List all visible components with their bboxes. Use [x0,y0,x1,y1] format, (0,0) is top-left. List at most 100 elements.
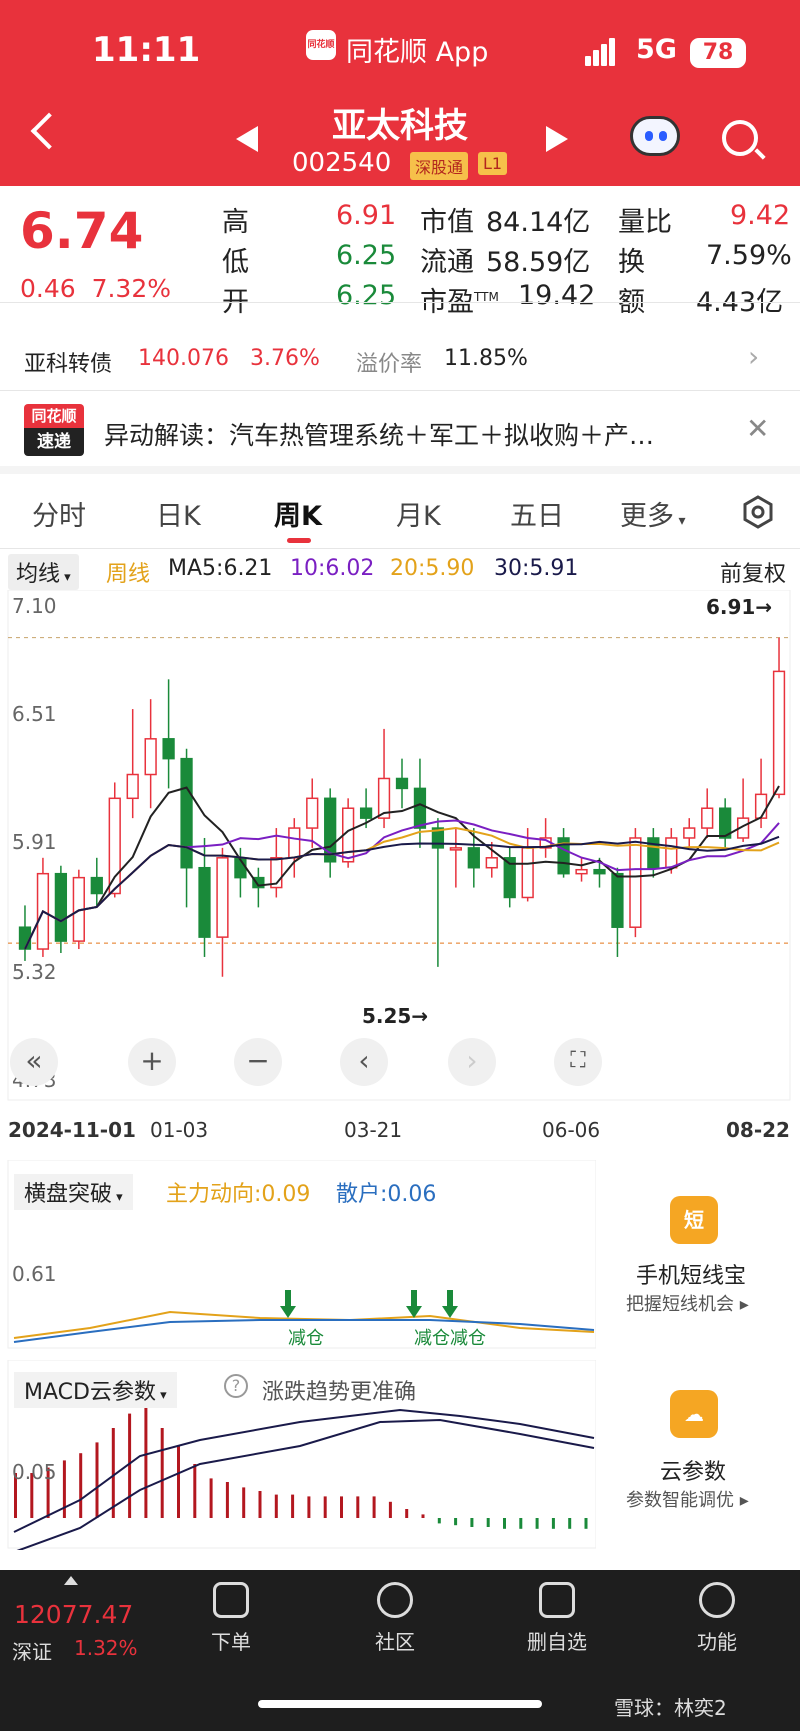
candle-body [126,773,139,800]
nav-remove-watchlist[interactable]: 删自选 [512,1582,602,1655]
macd-bar [551,1518,555,1529]
y-tick: 6.51 [12,702,57,726]
macd-selector[interactable]: MACD云参数 ▾ [14,1372,177,1408]
signal-reduce: 减仓 [450,1328,486,1349]
expand-icon[interactable] [64,1576,78,1585]
tag-l1[interactable]: L1 [478,152,508,175]
app-logo: 同花顺 [306,30,336,60]
macd-bar [503,1518,506,1529]
ma-selector[interactable]: 均线 ▾ [8,554,79,590]
min-price-label: 5.25→ [362,1004,429,1028]
candle-body [629,837,642,928]
macd-bar [323,1496,327,1518]
current-price: 6.74 [20,202,144,260]
reduce-arrow-icon [447,1290,453,1306]
nav-order[interactable]: 下单 [186,1582,276,1655]
kline-chart[interactable]: 7.10 6.51 5.91 5.32 4.73 6.91→ 5.25→ « +… [0,589,800,1142]
active-tab-indicator [287,538,311,543]
macd-bar [209,1478,213,1518]
candle-body [449,847,462,851]
bond-pct: 3.76% [250,346,320,371]
macd-bar [307,1496,311,1518]
next-stock-icon[interactable] [546,126,568,152]
candle-body [467,847,480,869]
macd-bar [62,1460,66,1518]
news-text[interactable]: 异动解读：汽车热管理系统＋军工＋拟收购＋产… [104,416,734,452]
kline-svg[interactable] [0,589,800,1120]
divider [0,302,800,303]
candle-body [665,837,678,869]
index-value[interactable]: 12077.47 [14,1600,133,1629]
candle-body [306,797,319,829]
vr-label: 量比 [618,207,672,238]
candle-body [521,847,534,899]
macd-bar [258,1491,262,1518]
tab-more[interactable]: 更多 ▾ [620,494,685,533]
prev-stock-icon[interactable] [236,126,258,152]
candle-body [701,807,714,829]
macd-bar [340,1496,343,1518]
home-indicator[interactable] [258,1700,542,1708]
mcap-label: 市值 [420,207,474,238]
scroll-left-button[interactable]: « [10,1038,58,1086]
tab-intraday[interactable]: 分时 [32,494,86,533]
news-banner[interactable]: 同花顺 速递 异动解读：汽车热管理系统＋军工＋拟收购＋产… ✕ [0,390,800,472]
community-icon [377,1582,413,1618]
nav-community[interactable]: 社区 [350,1582,440,1655]
x-tick: 08-22 [726,1118,790,1142]
candle-body [288,827,301,859]
robot-assistant-icon[interactable] [630,116,680,156]
reduce-arrow-icon [442,1306,458,1318]
indicator1-selector[interactable]: 横盘突破 ▾ [14,1174,133,1210]
nav-functions[interactable]: 功能 [672,1582,762,1655]
app-header: 11:11 同花顺 同花顺 App 5G 78 亚太科技 002540 深股通 … [0,0,800,186]
divider [0,548,800,549]
chevron-right-icon[interactable]: › [748,340,759,373]
macd-bar [454,1518,458,1526]
search-icon[interactable] [722,120,758,156]
candle-body [359,807,373,819]
candle-body [611,872,624,928]
signal-icon [585,36,623,66]
macd-bar [388,1501,392,1518]
tab-weekly[interactable]: 周K [274,494,322,533]
tab-daily[interactable]: 日K [156,494,201,533]
macd-bar [470,1518,474,1527]
fullscreen-button[interactable]: ⛶ [554,1038,602,1086]
ma20-value: 20:5.90 [390,556,475,581]
back-icon[interactable] [30,112,68,150]
tab-monthly[interactable]: 月K [396,494,441,533]
tab-five-day[interactable]: 五日 [510,494,564,533]
promo-title: 云参数 [660,1460,727,1485]
ma5-value: MA5:6.21 [168,556,273,581]
next-button[interactable]: › [448,1038,496,1086]
prev-button[interactable]: ‹ [340,1038,388,1086]
minus-icon [539,1582,575,1618]
status-time: 11:11 [92,30,201,70]
candle-body [162,738,175,760]
promo-subtitle: 把握短线机会 ▸ [626,1294,749,1315]
adjust-mode[interactable]: 前复权 [720,556,786,588]
convertible-bond-row[interactable]: 亚科转债 140.076 3.76% 溢价率 11.85% › [0,304,800,386]
settings-icon[interactable] [740,494,776,530]
order-icon [213,1582,249,1618]
y-tick: 5.32 [12,960,57,984]
x-tick: 03-21 [344,1118,403,1142]
close-icon[interactable]: ✕ [746,412,769,445]
low-label: 低 [222,247,249,278]
float-value: 58.59亿 [486,247,591,278]
candle-body [575,868,588,875]
news-logo-icon: 同花顺 速递 [24,404,84,456]
zoom-out-button[interactable]: − [234,1038,282,1086]
cloud-param-promo[interactable]: ☁ 云参数 参数智能调优 ▸ [596,1360,800,1550]
macd-bar [568,1518,572,1529]
zoom-in-button[interactable]: + [128,1038,176,1086]
macd-bar [421,1514,425,1518]
indicator-panel-1[interactable]: 横盘突破 ▾ 主力动向:0.09 散户:0.06 0.61 减仓 减仓 减仓 短… [0,1159,800,1350]
indicator-panel-2[interactable]: MACD云参数 ▾ ? 涨跌趋势更准确 0.05 ☁ 云参数 参数智能调优 ▸ [0,1359,800,1553]
help-icon[interactable]: ? [224,1374,248,1398]
short-line-promo[interactable]: 短 手机短线宝 把握短线机会 ▸ [596,1160,800,1350]
turnover-label: 换 [618,247,645,278]
candle-body [413,787,427,829]
stock-name: 亚太科技 [332,106,468,146]
